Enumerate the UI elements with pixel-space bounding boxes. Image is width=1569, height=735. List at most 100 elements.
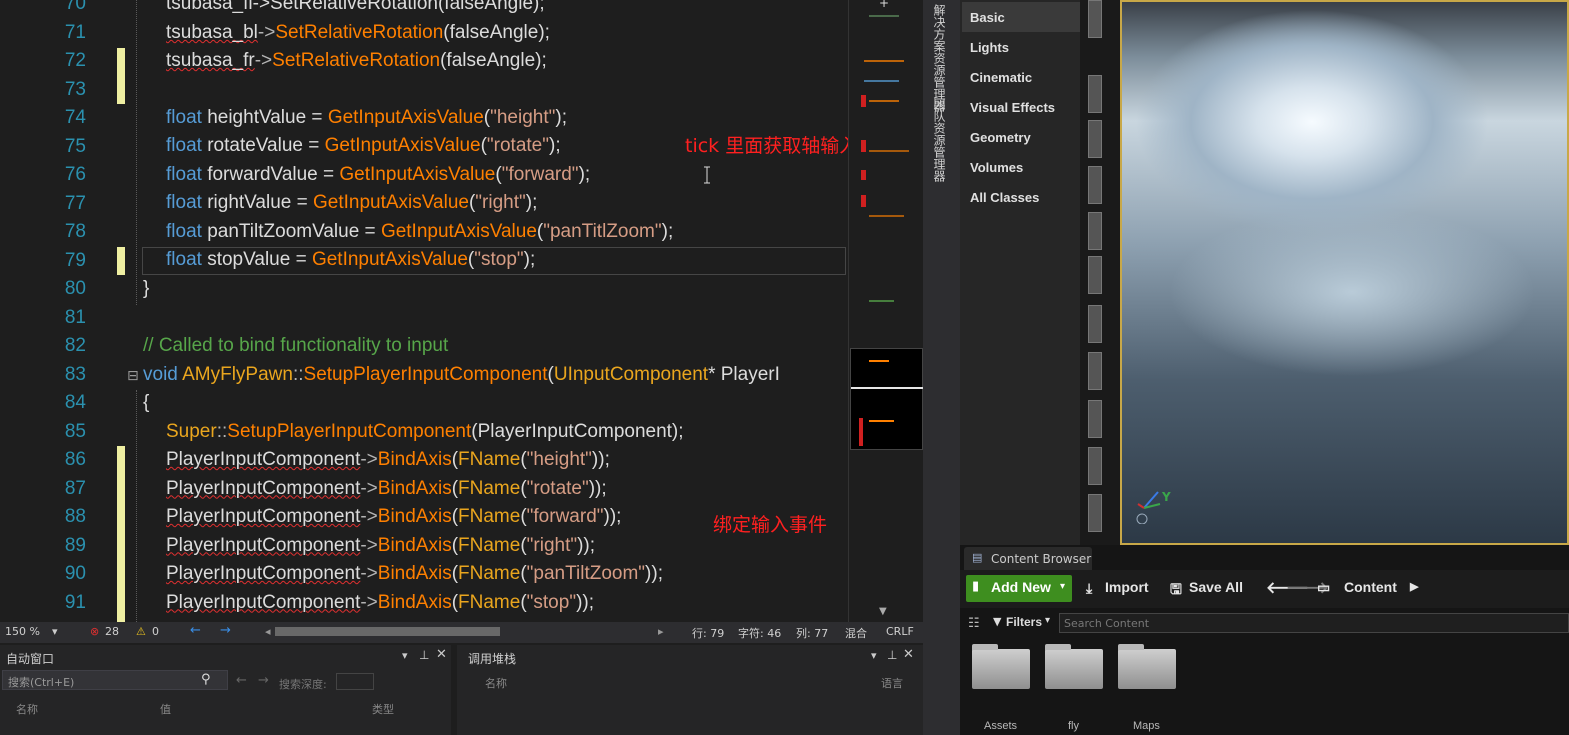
class-name: FName <box>458 449 521 470</box>
column-header-type[interactable]: 类型 <box>372 701 394 717</box>
navigate-back-icon[interactable]: ← <box>190 623 201 638</box>
error-count[interactable]: 28 <box>105 625 119 638</box>
navigate-forward-icon[interactable]: → <box>220 623 231 638</box>
place-category-lights[interactable]: Lights <box>962 32 1080 62</box>
scroll-right-icon[interactable]: ▸ <box>658 625 664 638</box>
asset-thumbnail[interactable] <box>1088 400 1102 438</box>
column-header-language[interactable]: 语言 <box>881 675 903 691</box>
function-name: SetRelativeRotation <box>275 22 444 43</box>
tab-team-explorer[interactable]: 团队资源管理器 <box>931 98 948 182</box>
code-line-82: // Called to bind functionality to input <box>143 332 448 360</box>
horizontal-scrollbar-thumb[interactable] <box>275 627 500 636</box>
asset-thumbnail[interactable] <box>1088 352 1102 390</box>
save-all-button[interactable]: Save All <box>1189 579 1243 595</box>
axis-gizmo-icon <box>1136 491 1161 524</box>
line-number: 71 <box>64 21 86 43</box>
place-category-geometry[interactable]: Geometry <box>962 122 1080 152</box>
column-header-name[interactable]: 名称 <box>16 701 38 717</box>
identifier: tsubasa_bl <box>166 22 258 43</box>
scroll-left-icon[interactable]: ◂ <box>265 625 271 638</box>
place-category-all-classes[interactable]: All Classes <box>962 182 1080 212</box>
import-button[interactable]: Import <box>1105 579 1149 595</box>
tab-solution-explorer[interactable]: 解决方案资源管理器 <box>931 4 948 112</box>
class-name: FName <box>458 506 521 527</box>
asset-thumbnail[interactable] <box>1088 447 1102 485</box>
paren: ); <box>523 249 536 270</box>
dropdown-icon[interactable]: ▾ <box>402 649 408 662</box>
collapse-toggle[interactable]: ⊟ <box>127 368 139 384</box>
string-literal: "panTitlZoom" <box>543 221 662 242</box>
scroll-down-icon[interactable]: ▼ <box>879 606 887 617</box>
forward-arrow-icon[interactable]: → <box>258 673 269 688</box>
search-placeholder: Search Content <box>1064 617 1150 630</box>
column-header-value[interactable]: 值 <box>160 701 171 717</box>
text-cursor-icon <box>704 166 710 184</box>
filters-label: Filters <box>1006 615 1043 629</box>
asset-thumbnail[interactable] <box>1088 75 1102 113</box>
code-text: stopValue = <box>201 249 312 270</box>
asset-thumbnail[interactable] <box>1088 166 1102 204</box>
zoom-dropdown-icon[interactable]: ▾ <box>52 625 58 638</box>
asset-thumbnail[interactable] <box>1088 120 1102 158</box>
dropdown-icon[interactable]: ▾ <box>871 649 877 662</box>
search-input[interactable]: 搜索(Ctrl+E) ⚲ <box>2 670 228 690</box>
asset-thumbnail[interactable] <box>1088 256 1102 294</box>
keyword: void <box>143 364 178 385</box>
place-category-cinematic[interactable]: Cinematic <box>962 62 1080 92</box>
filters-button[interactable]: ▼ Filters ▾ <box>993 614 1055 632</box>
zoom-level[interactable]: 150 % <box>5 625 40 638</box>
folder-maps-icon[interactable] <box>1118 644 1176 689</box>
annotation-bind: 绑定输入事件 <box>713 514 828 536</box>
folder-assets-icon[interactable] <box>972 644 1030 689</box>
asset-thumbnail[interactable] <box>1088 494 1102 532</box>
asset-thumbnail[interactable] <box>1088 305 1102 343</box>
folder-label: Maps <box>1133 720 1160 732</box>
close-icon[interactable]: ✕ <box>903 647 914 662</box>
paren: ); <box>549 135 561 156</box>
keyword: float <box>166 107 202 128</box>
class-name: AMyFlyPawn <box>177 364 293 385</box>
column-header-name[interactable]: 名称 <box>485 675 507 691</box>
warning-count[interactable]: 0 <box>152 625 159 638</box>
function-name: BindAxis <box>377 449 452 470</box>
split-icon[interactable]: + <box>879 0 889 10</box>
operator: :: <box>292 364 304 385</box>
call-stack-pane: 调用堆栈 ▾ ⊥ ✕ 名称 语言 <box>463 645 923 735</box>
search-depth-select[interactable] <box>336 673 374 690</box>
line-number: 74 <box>64 107 86 128</box>
asset-thumbnail[interactable] <box>1088 0 1102 38</box>
code-editor[interactable]: 70 71 72 73 74 75 76 77 78 79 80 81 82 83 84 85 86 87 88 89… <box>0 0 848 622</box>
back-arrow-icon[interactable]: ← <box>236 673 247 688</box>
search-content-input[interactable]: Search Content <box>1059 613 1569 633</box>
identifier: PlayerInputComponent <box>166 449 361 470</box>
place-category-basic[interactable]: Basic <box>962 2 1080 32</box>
code-text: (falseAngle); <box>440 50 547 71</box>
level-viewport[interactable]: Y <box>1120 0 1569 545</box>
breadcrumb-arrow-icon[interactable]: ▶ <box>1410 580 1418 593</box>
line-ending-mode[interactable]: 混合 <box>845 625 867 641</box>
folder-fly-icon[interactable] <box>1045 644 1103 689</box>
asset-thumbnail[interactable] <box>1088 212 1102 250</box>
place-category-volumes[interactable]: Volumes <box>962 152 1080 182</box>
code-text: tsubasa_fl->SetRelativeRotation(falseAng… <box>166 0 545 14</box>
axis-y-label: Y <box>1162 490 1171 504</box>
code-line-76: float forwardValue = GetInputAxisValue("… <box>166 161 590 189</box>
sources-toggle-icon[interactable]: ☷ <box>968 616 980 631</box>
search-icon[interactable]: ⚲ <box>201 672 211 687</box>
eol-indicator[interactable]: CRLF <box>886 625 914 638</box>
content-browser-tab[interactable]: ▤ Content Browser <box>964 547 1092 570</box>
add-new-button[interactable]: ▮ Add New ▾ <box>966 575 1072 602</box>
path-breadcrumb-content[interactable]: Content <box>1344 579 1397 595</box>
line-number: 89 <box>64 534 86 556</box>
code-line-bindaxis: PlayerInputComponent->BindAxis(FName("pa… <box>166 560 663 588</box>
close-icon[interactable]: ✕ <box>436 647 447 662</box>
string-literal: "stop" <box>526 591 577 613</box>
content-browser-icon: ▤ <box>972 551 983 564</box>
code-minimap[interactable]: ▼ + <box>848 0 923 622</box>
keyword: float <box>166 221 202 242</box>
filter-icon: ▼ <box>993 615 1002 628</box>
place-category-visual-effects[interactable]: Visual Effects <box>962 92 1080 122</box>
pin-icon[interactable]: ⊥ <box>419 648 429 662</box>
place-items-column <box>1080 0 1120 545</box>
pin-icon[interactable]: ⊥ <box>887 648 897 662</box>
